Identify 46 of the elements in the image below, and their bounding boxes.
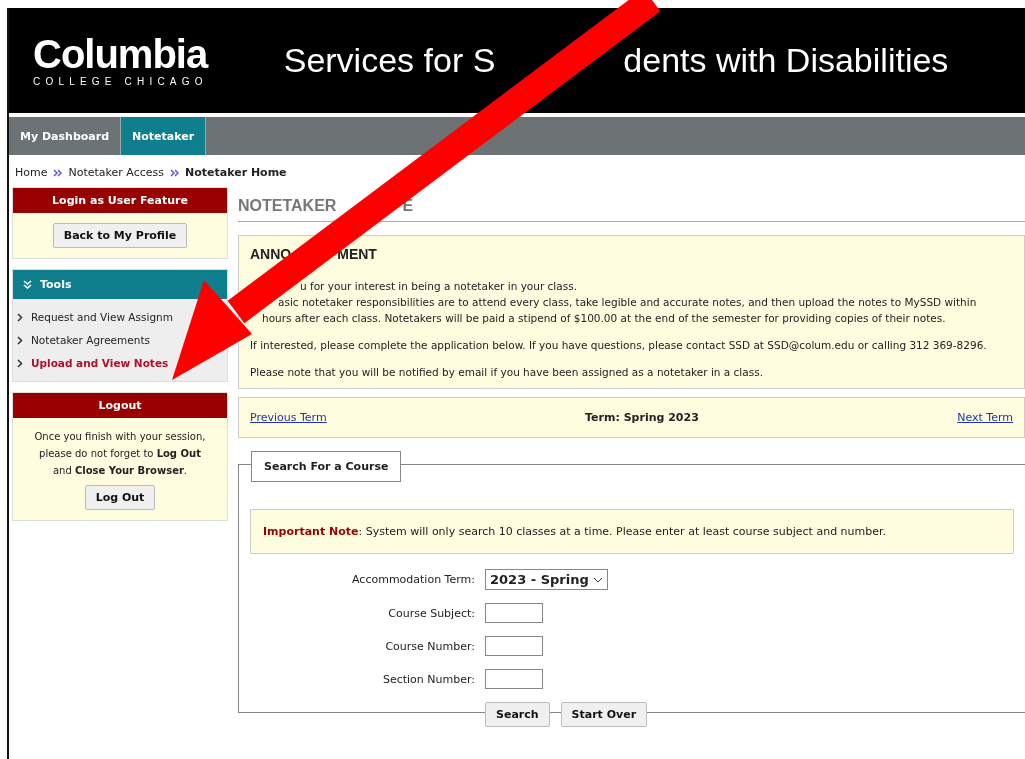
announcement-title: ANNO [250, 246, 292, 262]
panel-title: Tools [40, 278, 72, 291]
important-note: Important Note: System will only search 10 classes at a time. Please enter at least course subject and number. [250, 509, 1014, 554]
previous-term-link[interactable]: Previous Term [250, 411, 327, 424]
chevron-icon [17, 312, 23, 322]
chevron-icon [53, 168, 63, 177]
panel-header: Logout [13, 393, 227, 418]
fieldset-legend: Search For a Course [251, 451, 402, 482]
term-dropdown[interactable]: 2023 - Spring [485, 569, 608, 590]
tools-link[interactable]: Notetaker Agreements [17, 334, 150, 346]
panel-header: Login as User Feature [13, 188, 227, 213]
breadcrumb-link[interactable]: Home [15, 166, 48, 179]
tools-link[interactable]: Upload and View Notes [17, 357, 169, 369]
form-button[interactable]: Start Over [560, 702, 648, 727]
site-title: dents with Disabilities [623, 41, 949, 80]
announcement-title: MENT [337, 246, 377, 262]
logo-wordmark: Columbia [33, 34, 208, 74]
announcement-text: u for your interest in being a notetaker in your class. [300, 280, 577, 292]
announcement-text: asic notetaker responsibilities are to attend every class, take legible and accurate notes, and then upload the notes to MySSD within [278, 296, 977, 308]
breadcrumb-link[interactable]: Notetaker Access [68, 166, 164, 179]
input-field[interactable] [485, 669, 543, 689]
form-button[interactable]: Search [485, 702, 550, 727]
logout-button[interactable]: Log Out [84, 485, 156, 510]
logo-subtitle: COLLEGE CHICAGO [33, 76, 208, 87]
double-chevron-icon [23, 279, 32, 290]
announcement-text: Please note that you will be notified by email if you have been assigned as a notetaker in a class. [250, 365, 764, 380]
field-label: Course Subject: [387, 606, 475, 620]
chevron-icon [17, 358, 23, 368]
tools-link[interactable]: Request and View Assignm [17, 311, 173, 323]
field-label: Course Number: [384, 639, 475, 653]
announcement-text: hours after each class. Notetakers will be paid a stipend of $100.00 at the end of the semester for providing copies of their notes. [262, 312, 946, 324]
announcement-text: If interested, please complete the application below. If you have questions, please contact SSD at SSD@colum.edu or calling 312 369-8296. [250, 338, 988, 353]
logout-message: Once you finish with your session, please do not forget to Log Out and Close Your Browser. [33, 430, 207, 478]
chevron-icon [170, 168, 179, 177]
next-term-link[interactable]: Next Term [957, 411, 1013, 424]
site-title: Services for S [283, 41, 496, 80]
field-label: Section Number: [381, 672, 475, 686]
chevron-icon [17, 335, 23, 345]
input-field[interactable] [485, 636, 543, 656]
field-label: Accommodation Term: [351, 573, 475, 586]
input-field[interactable] [485, 603, 543, 623]
term-label: Term: Spring 2023 [585, 411, 699, 424]
caret-icon [592, 576, 603, 583]
nav-tab[interactable]: Notetaker [121, 117, 207, 155]
page-heading: NOTETAKER [238, 197, 337, 215]
back-to-profile-button[interactable]: Back to My Profile [52, 223, 188, 248]
